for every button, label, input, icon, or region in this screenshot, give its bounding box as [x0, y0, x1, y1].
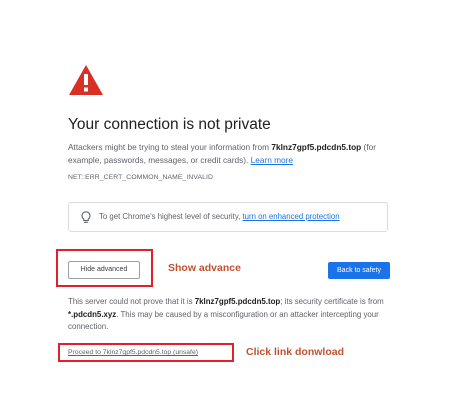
learn-more-link[interactable]: Learn more	[251, 155, 293, 165]
click-link-highlight-box	[58, 343, 234, 362]
lightbulb-icon	[81, 211, 91, 223]
enhanced-protection-text: To get Chrome's highest level of securit…	[99, 212, 340, 221]
show-advance-highlight-box	[56, 249, 153, 287]
detail-middle: ; its security certificate is from	[280, 297, 384, 306]
back-to-safety-button[interactable]: Back to safety	[328, 262, 390, 279]
description-domain: 7klnz7gpf5.pdcdn5.top	[271, 142, 362, 152]
certificate-detail-text: This server could not prove that it is 7…	[68, 296, 394, 334]
show-advance-annotation: Show advance	[168, 262, 241, 274]
enhanced-protection-link[interactable]: turn on enhanced protection	[242, 212, 339, 221]
click-link-annotation: Click link donwload	[246, 346, 345, 358]
description-prefix: Attackers might be trying to steal your …	[68, 142, 272, 152]
detail-cert-domain: *.pdcdn5.xyz	[68, 309, 117, 319]
warning-triangle-icon	[69, 65, 103, 95]
enhanced-protection-box: To get Chrome's highest level of securit…	[68, 202, 388, 232]
warning-description: Attackers might be trying to steal your …	[68, 141, 388, 167]
detail-prefix: This server could not prove that it is	[68, 297, 195, 306]
page-title: Your connection is not private	[68, 116, 271, 133]
enhanced-prefix: To get Chrome's highest level of securit…	[99, 212, 243, 221]
detail-domain: 7klnz7gpf5.pdcdn5.top	[194, 297, 281, 306]
error-code: NET::ERR_CERT_COMMON_NAME_INVALID	[68, 174, 214, 181]
